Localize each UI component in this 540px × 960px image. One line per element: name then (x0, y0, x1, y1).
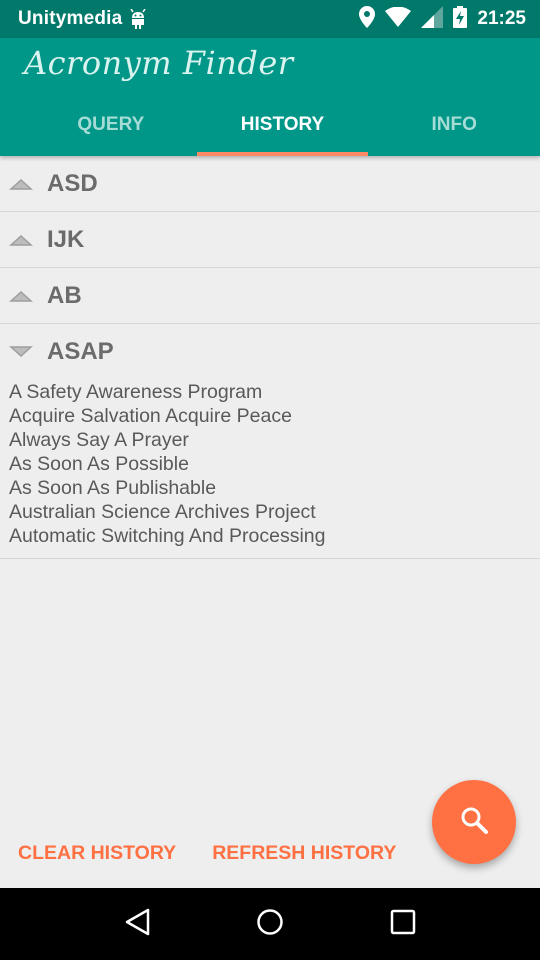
meaning-item: Australian Science Archives Project (9, 501, 316, 523)
history-group-label: ASAP (47, 338, 114, 365)
tab-query[interactable]: QUERY (25, 94, 197, 156)
android-icon (130, 9, 147, 29)
history-group-label: AB (47, 281, 82, 309)
home-circle-icon (256, 908, 284, 941)
collapse-chevron-icon (9, 233, 33, 247)
app-title: Acronym Finder (24, 44, 294, 82)
recents-button[interactable] (373, 894, 433, 954)
collapse-chevron-icon (9, 289, 33, 303)
meaning-item: Always Say A Prayer (9, 429, 189, 451)
history-group-ab[interactable]: AB (0, 268, 540, 324)
refresh-history-button[interactable]: REFRESH HISTORY (194, 842, 414, 865)
app-bar: Acronym Finder QUERY HISTORY INFO (0, 38, 540, 156)
system-nav-bar (0, 888, 540, 960)
tab-bar: QUERY HISTORY INFO (25, 94, 540, 156)
history-group-asap[interactable]: ASAP (0, 324, 540, 380)
clock: 21:25 (477, 8, 526, 29)
tab-history[interactable]: HISTORY (196, 94, 369, 156)
meaning-item: A Safety Awareness Program (9, 381, 263, 403)
signal-icon (421, 5, 444, 33)
collapse-chevron-icon (9, 177, 33, 191)
history-list: ASD IJK AB ASAP A Safety Awareness Progr… (0, 156, 540, 559)
wifi-icon (385, 6, 412, 32)
recents-square-icon (390, 909, 416, 940)
history-group-label: ASD (47, 169, 98, 197)
back-button[interactable] (107, 894, 167, 954)
history-group-ijk[interactable]: IJK (0, 212, 540, 268)
tab-info[interactable]: INFO (368, 94, 540, 156)
expand-chevron-icon (9, 345, 33, 359)
meaning-item: As Soon As Publishable (9, 477, 217, 499)
battery-charging-icon (453, 5, 468, 33)
search-icon (459, 805, 489, 840)
meaning-item: As Soon As Possible (9, 453, 189, 475)
meaning-item: Acquire Salvation Acquire Peace (9, 405, 292, 427)
back-triangle-icon (124, 908, 150, 941)
bottom-actions: CLEAR HISTORY REFRESH HISTORY (0, 828, 414, 878)
location-icon (359, 5, 376, 33)
search-fab[interactable] (432, 780, 516, 864)
status-bar: Unitymedia 21:25 (0, 0, 540, 38)
carrier-name: Unitymedia (18, 8, 123, 29)
status-icons: 21:25 (359, 5, 526, 33)
history-group-label: IJK (47, 225, 85, 253)
clear-history-button[interactable]: CLEAR HISTORY (0, 842, 194, 865)
history-group-asd[interactable]: ASD (0, 156, 540, 212)
home-button[interactable] (240, 894, 300, 954)
meaning-list: A Safety Awareness Program Acquire Salva… (0, 380, 540, 559)
meaning-item: Automatic Switching And Processing (9, 525, 326, 547)
